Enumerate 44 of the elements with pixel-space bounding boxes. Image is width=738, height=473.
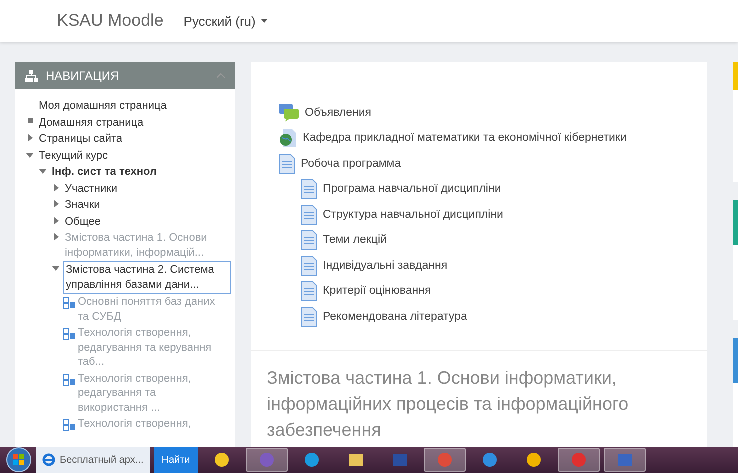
resource-link[interactable]: Критерії оцінювання <box>323 285 432 298</box>
sitemap-icon <box>25 70 38 82</box>
navigation-item[interactable]: Моя домашняя страница <box>37 98 169 114</box>
browser-e-icon <box>42 453 56 467</box>
collapsed-arrow-icon[interactable] <box>52 233 60 241</box>
resource-link[interactable]: Програма навчальної дисципліни <box>323 183 502 196</box>
caret-icon <box>260 19 268 23</box>
page-icon <box>63 328 75 340</box>
navigation-item[interactable]: Страницы сайта <box>37 131 124 148</box>
chat-bubbles-icon <box>279 104 299 122</box>
navigation-item[interactable]: Значки <box>63 197 102 214</box>
collapsed-arrow-icon[interactable] <box>26 134 34 142</box>
navigation-item[interactable]: Змістова частина 2. Система управління базами дани... <box>63 261 231 294</box>
language-menu[interactable]: Русский (ru) <box>184 14 268 28</box>
section-title: Змістова частина 1. Основи інформатики, інформаційних процесів та інформаційного забезпечення <box>267 366 630 442</box>
resource-link[interactable]: Теми лекцій <box>323 234 388 246</box>
bullet-icon <box>28 118 32 122</box>
page-icon <box>63 419 75 431</box>
resource-link[interactable]: Індивідуальні завдання <box>323 260 448 272</box>
navigation-item[interactable]: Общее <box>63 214 104 230</box>
page-icon <box>63 297 75 309</box>
resource-link[interactable]: Структура навчальної дисципліни <box>323 208 504 221</box>
expanded-arrow-icon[interactable] <box>26 150 34 158</box>
search-button[interactable]: Найти <box>154 447 198 473</box>
collapsed-arrow-icon[interactable] <box>52 184 60 192</box>
resource-link[interactable]: Рекомендована література <box>323 310 468 323</box>
browser-tab[interactable]: Бесплатный арх... <box>36 447 150 473</box>
site-brand[interactable]: KSAU Moodle <box>57 11 164 31</box>
navigation-item[interactable]: Інф. сист та технол <box>50 164 159 180</box>
resource-link[interactable]: Кафедра прикладної математики та економічної кібернетики <box>303 132 627 144</box>
browser-tab-title: Бесплатный арх... <box>60 454 144 466</box>
collapsed-arrow-icon[interactable] <box>52 216 60 224</box>
navigation-item[interactable]: Участники <box>63 180 120 197</box>
navigation-title: НАВИГАЦИЯ <box>46 68 120 82</box>
resource-link[interactable]: Робоча программа <box>301 158 402 170</box>
resource-link[interactable]: Объявления <box>305 106 372 119</box>
start-button-icon[interactable] <box>6 447 32 473</box>
navigation-item[interactable]: Текущий курс <box>37 148 110 164</box>
expanded-arrow-icon[interactable] <box>39 167 47 175</box>
collapsed-arrow-icon[interactable] <box>52 200 60 208</box>
globe-page-icon <box>279 129 297 148</box>
page-icon <box>63 374 75 386</box>
navigation-item[interactable]: Домашняя страница <box>37 114 146 131</box>
expanded-arrow-icon[interactable] <box>52 264 60 272</box>
